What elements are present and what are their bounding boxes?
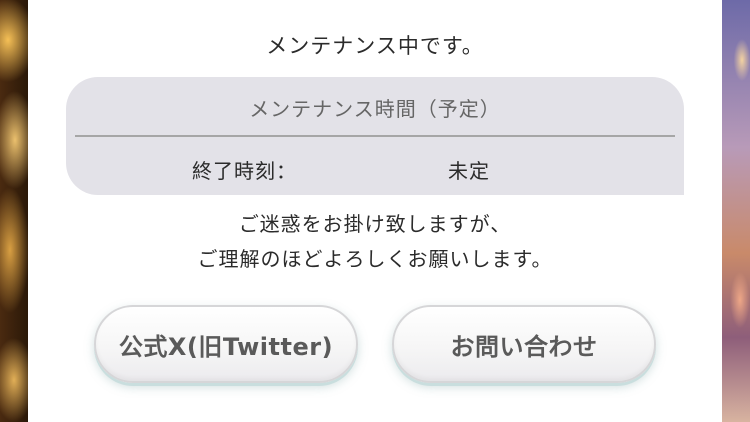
schedule-divider — [75, 135, 675, 137]
end-time-value: 未定 — [448, 159, 490, 183]
contact-button-label: お問い合わせ — [450, 332, 598, 361]
schedule-header: メンテナンス時間（予定） — [249, 97, 501, 121]
end-time-label: 終了時刻： — [192, 159, 297, 183]
game-background-right — [722, 0, 750, 422]
maintenance-dialog: メンテナンス中です。 メンテナンス時間（予定） 終了時刻： 未定 ご迷惑をお掛け… — [28, 0, 722, 422]
official-x-button-label: 公式X(旧Twitter) — [118, 332, 334, 361]
apology-message: ご迷惑をお掛け致しますが、 ご理解のほどよろしくお願いします。 — [28, 207, 722, 277]
dialog-title: メンテナンス中です。 — [266, 34, 484, 58]
official-x-button[interactable]: 公式X(旧Twitter) — [94, 305, 358, 383]
apology-message-line: ご理解のほどよろしくお願いします。 — [197, 247, 553, 271]
maintenance-schedule-box: メンテナンス時間（予定） 終了時刻： 未定 — [66, 77, 684, 195]
contact-button[interactable]: お問い合わせ — [392, 305, 656, 383]
apology-message-line: ご迷惑をお掛け致しますが、 — [238, 212, 512, 236]
